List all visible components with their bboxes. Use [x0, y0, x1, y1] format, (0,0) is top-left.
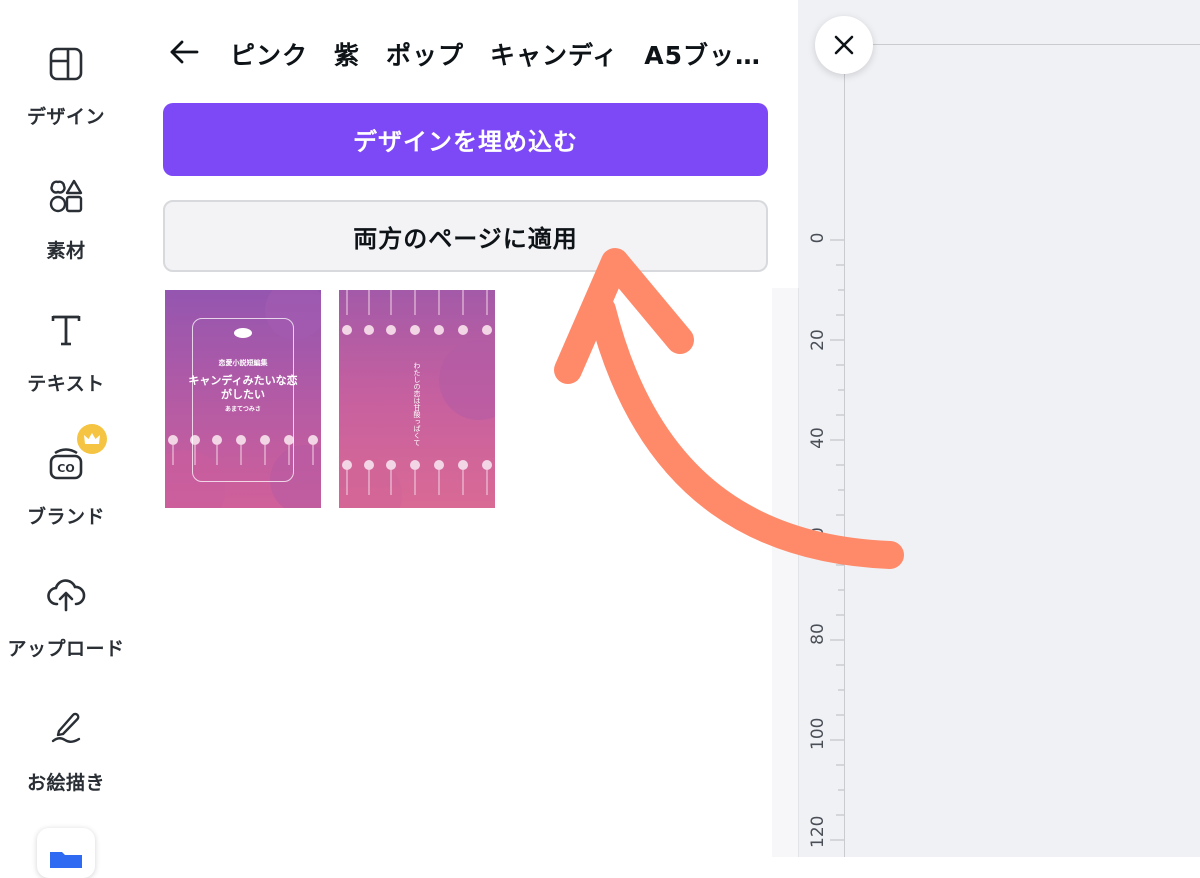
ruler-label: 40: [808, 427, 828, 449]
rail-item-text[interactable]: テキスト: [0, 305, 132, 415]
page-top-guide: [845, 44, 1200, 45]
template-page-thumbnail-2[interactable]: わたしの恋は甘酸っぱくて: [339, 290, 495, 508]
ruler-label: 100: [808, 717, 828, 750]
folder-icon: [50, 852, 82, 868]
rail-label-design: デザイン: [26, 106, 105, 128]
close-button[interactable]: [815, 16, 873, 74]
rail-label-text: テキスト: [27, 373, 105, 395]
rail-label-brand: ブランド: [26, 506, 105, 528]
rail-label-draw: お絵描き: [26, 772, 105, 794]
rail-label-elements: 素材: [46, 240, 86, 262]
thumb-title-line2: がしたい: [221, 388, 265, 401]
shapes-icon: [49, 179, 83, 213]
template-title: ピンク 紫 ポップ キャンディ A5ブッ…: [230, 41, 761, 70]
ruler-label: 20: [808, 329, 828, 351]
ruler-label: 120: [808, 815, 828, 848]
apply-both-pages-button[interactable]: 両方のページに適用: [163, 200, 768, 272]
page-left-guide: [844, 44, 845, 857]
thumb-vertical-text: わたしの恋は甘酸っぱくて: [413, 362, 421, 446]
panel-scrollbar-track[interactable]: [772, 288, 799, 857]
left-rail: デザイン 素材 テキスト CO ブランド アップロード お絵描き: [0, 0, 132, 878]
arrow-left-icon[interactable]: [166, 34, 202, 70]
projects-folder-button[interactable]: [37, 828, 95, 878]
canvas-area[interactable]: [798, 0, 1200, 857]
rail-item-draw[interactable]: お絵描き: [0, 704, 132, 814]
rail-item-uploads[interactable]: アップロード: [0, 570, 132, 680]
ruler-label: 80: [808, 623, 828, 645]
rail-item-elements[interactable]: 素材: [0, 172, 132, 282]
cloud-upload-icon: [47, 579, 86, 612]
rail-label-uploads: アップロード: [7, 638, 125, 660]
draw-icon: [51, 712, 81, 743]
embed-design-button[interactable]: デザインを埋め込む: [163, 103, 768, 176]
rail-item-brand[interactable]: CO ブランド: [0, 438, 132, 548]
ruler-label: 0: [808, 232, 828, 244]
text-icon: [51, 315, 81, 346]
svg-text:CO: CO: [57, 462, 74, 475]
ruler-label: 60: [808, 527, 828, 549]
thumb-subtitle: 恋愛小説短編集: [218, 359, 268, 367]
layout-icon: [49, 47, 83, 81]
premium-crown-icon: [77, 424, 107, 454]
thumb-author: あまてつみさ: [225, 406, 261, 413]
template-page-thumbnail-1[interactable]: 恋愛小説短編集 キャンディみたいな恋 がしたい あまてつみさ: [165, 290, 321, 508]
close-icon: [834, 35, 854, 55]
rail-item-design[interactable]: デザイン: [0, 40, 132, 150]
